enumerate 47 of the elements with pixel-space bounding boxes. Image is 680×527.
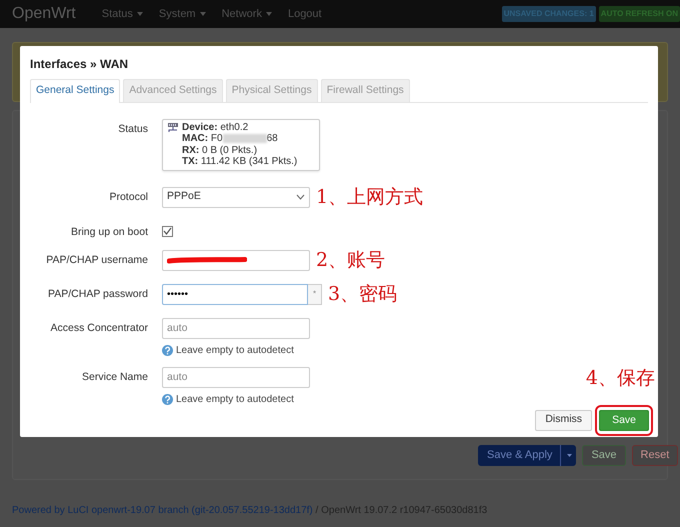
help-text: Leave empty to autodetect	[176, 392, 294, 407]
caret-icon	[200, 12, 206, 16]
menu-item[interactable]: Status	[102, 6, 143, 22]
annotation-text: 1、上网方式	[316, 187, 424, 208]
network-port-icon	[167, 122, 179, 133]
tab[interactable]: General Settings	[30, 79, 120, 103]
footer-link[interactable]: Powered by LuCI openwrt-19.07 branch (git-20.057.55219-13dd17f)	[12, 505, 313, 516]
reveal-button[interactable]: *	[308, 284, 322, 305]
annotation-text: 4、保存	[586, 368, 655, 388]
tab[interactable]: Physical Settings	[226, 79, 318, 102]
dismiss-button[interactable]: Dismiss	[535, 410, 592, 431]
annotation-text: 2、账号	[316, 250, 386, 270]
modal-title: Interfaces » WAN	[30, 56, 130, 73]
field-label: Protocol	[108, 190, 149, 205]
tab[interactable]: Advanced Settings	[123, 79, 223, 102]
username-field[interactable]	[162, 250, 310, 271]
menu-item[interactable]: Network	[222, 6, 272, 22]
help-text: Leave empty to autodetect	[176, 344, 294, 358]
help-icon	[162, 394, 173, 405]
brand-logo[interactable]: OpenWrt	[12, 2, 76, 26]
field-label: Status	[117, 122, 149, 137]
status-line: TX: 111.42 KB (341 Pkts.)	[182, 156, 298, 168]
annotation-text: 3、密码	[328, 284, 398, 304]
field-label: PAP/CHAP password	[47, 286, 149, 302]
field-label: Service Name	[81, 370, 149, 385]
status-line: RX: 0 B (0 Pkts.)	[182, 144, 258, 156]
save-button[interactable]: Save	[599, 410, 649, 431]
field-label: Access Concentrator	[50, 320, 149, 336]
checkbox[interactable]	[162, 226, 173, 237]
save-apply-button[interactable]: Save & Apply	[478, 445, 576, 466]
reset-button[interactable]: Reset	[632, 445, 678, 466]
status-line: Device: eth0.2	[182, 122, 250, 134]
text-field[interactable]: auto	[162, 318, 310, 339]
menu-item[interactable]: Logout	[288, 6, 322, 22]
tab[interactable]: Firewall Settings	[320, 79, 410, 102]
save-button[interactable]: Save	[582, 445, 626, 466]
caret-icon	[136, 12, 143, 16]
chevron-icon	[296, 194, 305, 200]
caret-icon	[266, 12, 272, 16]
protocol-select[interactable]: PPPoE	[162, 186, 310, 208]
password-field[interactable]: ••••••	[162, 284, 308, 305]
status-line: MAC: F0 68	[182, 133, 279, 145]
menu-item[interactable]: System	[158, 6, 206, 22]
field-label: PAP/CHAP username	[45, 252, 149, 268]
text-field[interactable]: auto	[162, 366, 310, 388]
help-icon	[162, 344, 173, 356]
field-label: Bring up on boot	[70, 224, 149, 240]
